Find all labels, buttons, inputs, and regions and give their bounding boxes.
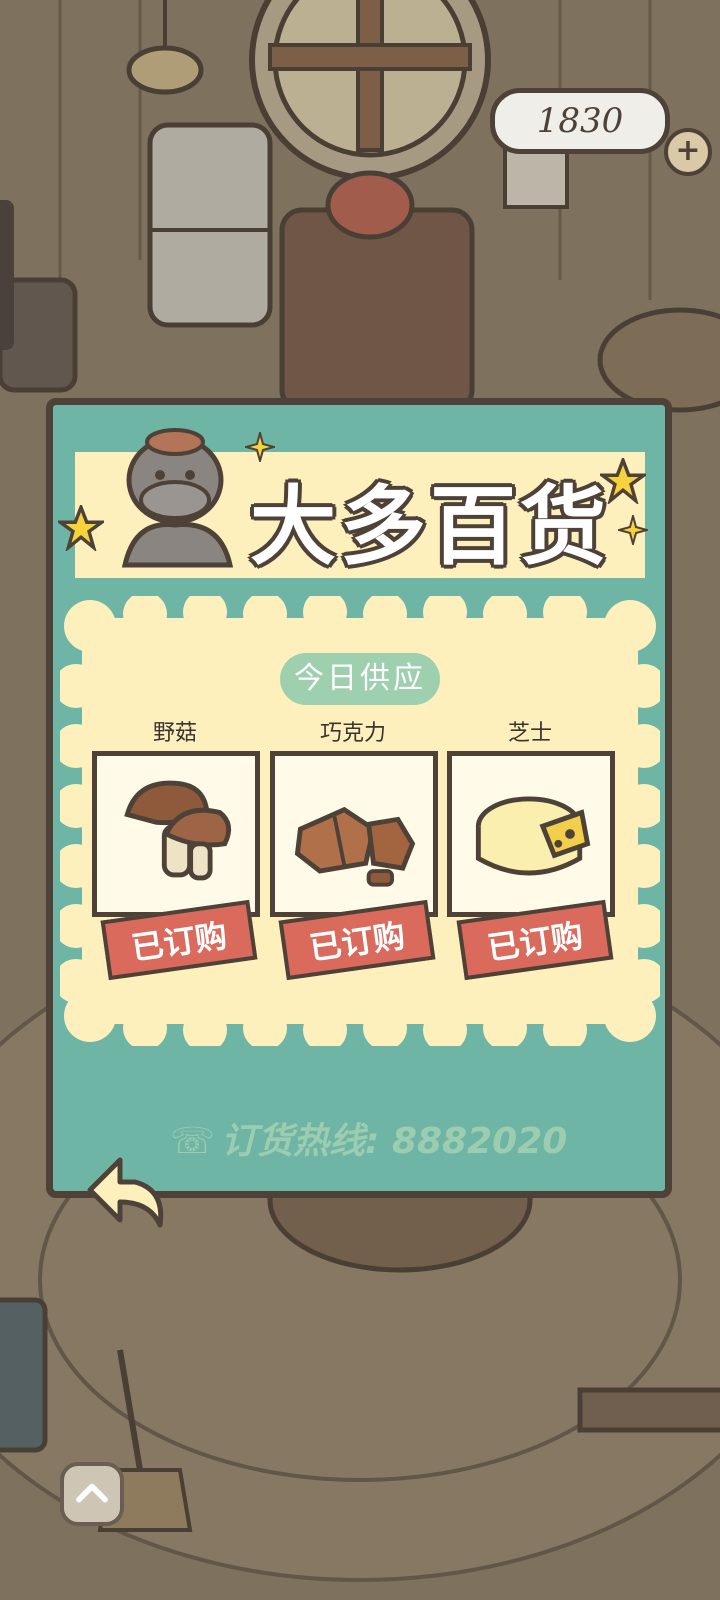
chocolate-icon xyxy=(294,806,416,887)
star-icon xyxy=(58,505,104,551)
back-arrow-icon[interactable] xyxy=(80,1150,180,1240)
chevron-up-icon xyxy=(76,1483,108,1503)
section-title: 今日供应 xyxy=(280,653,440,705)
coin-counter: 1830 xyxy=(490,88,670,154)
item-card-mushroom[interactable] xyxy=(92,751,260,917)
item-card-chocolate[interactable] xyxy=(270,751,438,917)
item-name-cheese: 芝士 xyxy=(507,721,552,746)
shop-title: 大多百货 xyxy=(250,477,610,577)
item-card-cheese[interactable] xyxy=(447,751,615,917)
mushroom-icon xyxy=(124,780,232,881)
add-coins-button[interactable]: + xyxy=(664,128,712,176)
side-drawer-handle[interactable] xyxy=(0,200,14,350)
sparkle-icon xyxy=(618,515,648,545)
hotline-text: 订货热线: 8882020 xyxy=(221,1121,568,1162)
cheese-icon xyxy=(475,796,591,876)
hippo-mascot-icon xyxy=(121,428,234,568)
scroll-up-button[interactable] xyxy=(60,1462,124,1526)
order-hotline: ☏ 订货热线: 8882020 xyxy=(170,1112,570,1164)
item-name-chocolate: 巧克力 xyxy=(319,721,386,746)
item-name-mushroom: 野菇 xyxy=(152,721,197,746)
